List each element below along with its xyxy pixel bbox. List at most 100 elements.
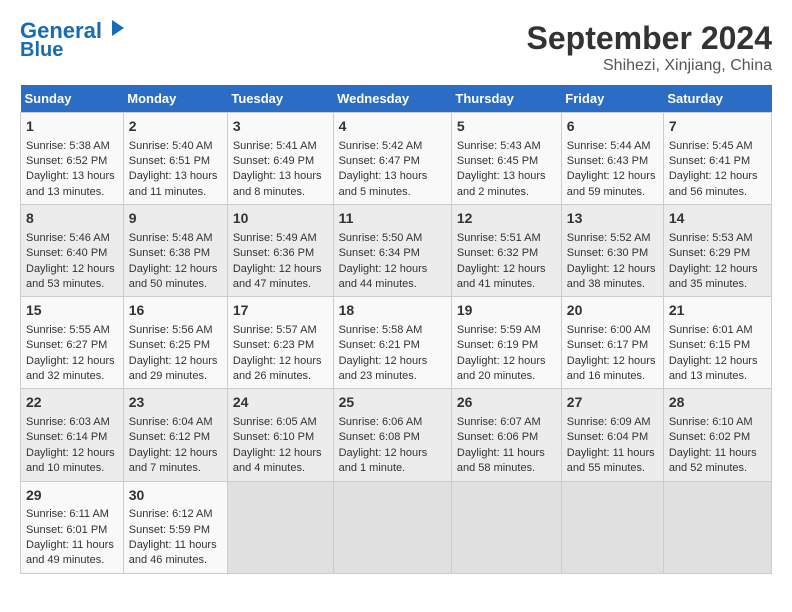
calendar-cell: 21Sunrise: 6:01 AMSunset: 6:15 PMDayligh… [663, 297, 771, 389]
day-info-line: Daylight: 12 hours and 59 minutes. [567, 169, 658, 200]
day-info-line: Sunset: 6:23 PM [233, 338, 328, 353]
day-info-line: Sunrise: 6:07 AM [457, 415, 556, 430]
calendar-cell: 11Sunrise: 5:50 AMSunset: 6:34 PMDayligh… [333, 205, 451, 297]
title-block: September 2024 Shihezi, Xinjiang, China [527, 20, 772, 75]
day-info-line: Sunset: 6:02 PM [669, 430, 766, 445]
day-info-line: Sunrise: 5:43 AM [457, 139, 556, 154]
calendar-cell [227, 481, 333, 573]
day-info-line: Sunrise: 5:51 AM [457, 231, 556, 246]
day-number: 13 [567, 209, 658, 229]
day-number: 27 [567, 393, 658, 413]
day-info-line: Sunset: 6:51 PM [129, 154, 222, 169]
day-info-line: Sunrise: 6:11 AM [26, 507, 118, 522]
day-number: 15 [26, 301, 118, 321]
calendar-cell: 5 Sunrise: 5:43 AMSunset: 6:45 PMDaylight… [451, 113, 561, 205]
day-info-line: Sunrise: 5:50 AM [339, 231, 446, 246]
day-number: 30 [129, 486, 222, 506]
week-row-4: 22Sunrise: 6:03 AMSunset: 6:14 PMDayligh… [21, 389, 772, 481]
day-number: 29 [26, 486, 118, 506]
calendar-cell: 20Sunrise: 6:00 AMSunset: 6:17 PMDayligh… [561, 297, 663, 389]
day-number: 26 [457, 393, 556, 413]
day-number: 5 [457, 117, 556, 137]
calendar-cell: 29Sunrise: 6:11 AMSunset: 6:01 PMDayligh… [21, 481, 124, 573]
day-info-line: Daylight: 13 hours and 2 minutes. [457, 169, 556, 200]
calendar-cell: 14Sunrise: 5:53 AMSunset: 6:29 PMDayligh… [663, 205, 771, 297]
day-number: 28 [669, 393, 766, 413]
day-info-line: Daylight: 13 hours and 13 minutes. [26, 169, 118, 200]
day-info-line: Daylight: 12 hours and 32 minutes. [26, 354, 118, 385]
week-row-1: 1Sunrise: 5:38 AMSunset: 6:52 PMDaylight… [21, 113, 772, 205]
day-info-line: Sunset: 6:43 PM [567, 154, 658, 169]
day-number: 1 [26, 117, 118, 137]
day-number: 21 [669, 301, 766, 321]
day-info-line: Sunrise: 5:48 AM [129, 231, 222, 246]
day-info-line: Daylight: 12 hours and 41 minutes. [457, 262, 556, 293]
day-info-line: Sunrise: 5:40 AM [129, 139, 222, 154]
day-info-line: Sunrise: 6:03 AM [26, 415, 118, 430]
day-info-line: Daylight: 12 hours and 26 minutes. [233, 354, 328, 385]
day-info-line: Sunrise: 5:41 AM [233, 139, 328, 154]
day-info-line: Sunset: 6:01 PM [26, 523, 118, 538]
day-number: 19 [457, 301, 556, 321]
day-info-line: Daylight: 12 hours and 10 minutes. [26, 446, 118, 477]
day-info-line: Sunrise: 6:10 AM [669, 415, 766, 430]
day-info-line: Sunrise: 5:57 AM [233, 323, 328, 338]
day-info-line: Sunset: 6:45 PM [457, 154, 556, 169]
day-info-line: Daylight: 12 hours and 47 minutes. [233, 262, 328, 293]
day-header-wednesday: Wednesday [333, 85, 451, 113]
calendar-cell: 18Sunrise: 5:58 AMSunset: 6:21 PMDayligh… [333, 297, 451, 389]
day-number: 22 [26, 393, 118, 413]
day-number: 17 [233, 301, 328, 321]
calendar-cell: 6 Sunrise: 5:44 AMSunset: 6:43 PMDaylight… [561, 113, 663, 205]
day-info-line: Sunrise: 5:56 AM [129, 323, 222, 338]
calendar-cell: 22Sunrise: 6:03 AMSunset: 6:14 PMDayligh… [21, 389, 124, 481]
day-info-line: Sunset: 6:27 PM [26, 338, 118, 353]
calendar-cell: 8Sunrise: 5:46 AMSunset: 6:40 PMDaylight… [21, 205, 124, 297]
day-info-line: Sunset: 6:29 PM [669, 246, 766, 261]
day-info-line: Daylight: 12 hours and 23 minutes. [339, 354, 446, 385]
calendar-cell: 24Sunrise: 6:05 AMSunset: 6:10 PMDayligh… [227, 389, 333, 481]
day-number: 16 [129, 301, 222, 321]
day-info-line: Sunset: 6:21 PM [339, 338, 446, 353]
day-info-line: Daylight: 12 hours and 20 minutes. [457, 354, 556, 385]
calendar-table: SundayMondayTuesdayWednesdayThursdayFrid… [20, 85, 772, 574]
day-info-line: Sunset: 6:40 PM [26, 246, 118, 261]
day-info-line: Daylight: 11 hours and 55 minutes. [567, 446, 658, 477]
day-number: 14 [669, 209, 766, 229]
day-number: 9 [129, 209, 222, 229]
day-number: 6 [567, 117, 658, 137]
day-number: 11 [339, 209, 446, 229]
calendar-cell: 3Sunrise: 5:41 AMSunset: 6:49 PMDaylight… [227, 113, 333, 205]
calendar-cell [663, 481, 771, 573]
day-info-line: Sunrise: 5:46 AM [26, 231, 118, 246]
day-info-line: Sunrise: 5:38 AM [26, 139, 118, 154]
page-header: General Blue September 2024 Shihezi, Xin… [20, 20, 772, 75]
day-info-line: Sunrise: 5:44 AM [567, 139, 658, 154]
day-number: 4 [339, 117, 446, 137]
day-info-line: Sunset: 6:36 PM [233, 246, 328, 261]
day-info-line: Sunset: 6:10 PM [233, 430, 328, 445]
calendar-cell: 16Sunrise: 5:56 AMSunset: 6:25 PMDayligh… [123, 297, 227, 389]
day-number: 10 [233, 209, 328, 229]
calendar-cell: 19Sunrise: 5:59 AMSunset: 6:19 PMDayligh… [451, 297, 561, 389]
calendar-header-row: SundayMondayTuesdayWednesdayThursdayFrid… [21, 85, 772, 113]
week-row-5: 29Sunrise: 6:11 AMSunset: 6:01 PMDayligh… [21, 481, 772, 573]
day-info-line: Sunset: 6:15 PM [669, 338, 766, 353]
day-info-line: Sunrise: 6:05 AM [233, 415, 328, 430]
day-info-line: Sunrise: 5:53 AM [669, 231, 766, 246]
logo: General Blue [20, 20, 126, 60]
calendar-cell: 2Sunrise: 5:40 AMSunset: 6:51 PMDaylight… [123, 113, 227, 205]
day-number: 18 [339, 301, 446, 321]
calendar-cell [451, 481, 561, 573]
day-info-line: Sunrise: 6:00 AM [567, 323, 658, 338]
day-info-line: Sunset: 6:34 PM [339, 246, 446, 261]
day-info-line: Daylight: 12 hours and 1 minute. [339, 446, 446, 477]
day-info-line: Sunrise: 6:01 AM [669, 323, 766, 338]
calendar-cell [561, 481, 663, 573]
day-info-line: Sunrise: 6:04 AM [129, 415, 222, 430]
day-info-line: Sunrise: 6:06 AM [339, 415, 446, 430]
day-info-line: Daylight: 11 hours and 49 minutes. [26, 538, 118, 569]
day-number: 24 [233, 393, 328, 413]
day-info-line: Sunset: 6:49 PM [233, 154, 328, 169]
day-info-line: Sunset: 6:17 PM [567, 338, 658, 353]
